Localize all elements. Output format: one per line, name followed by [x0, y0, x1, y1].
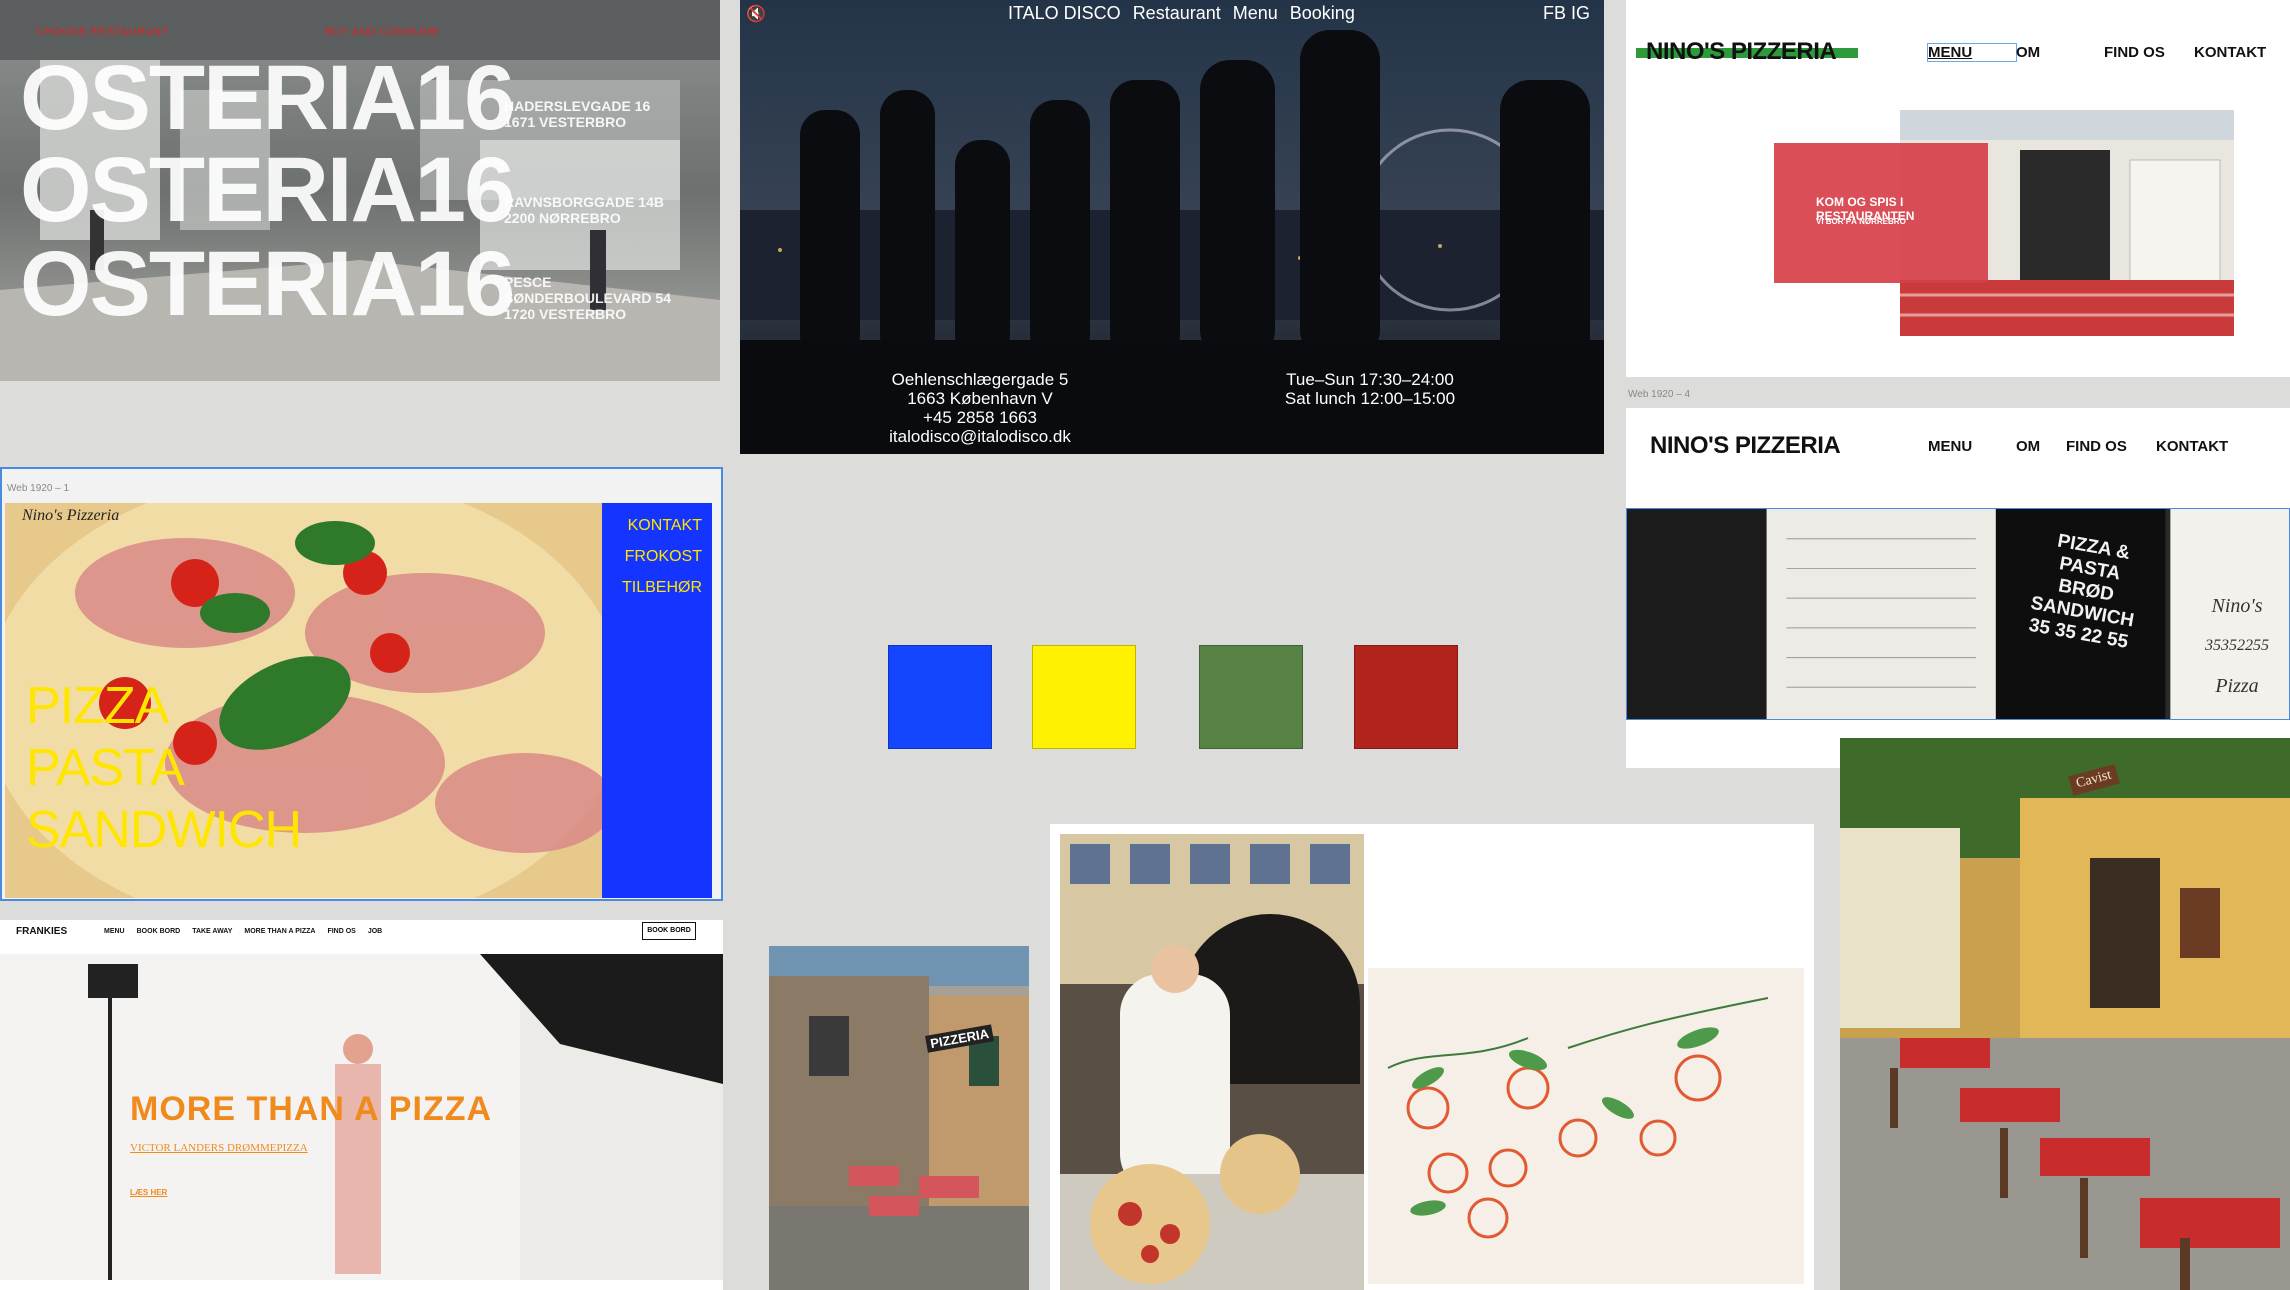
nav-find-os[interactable]: FIND OS	[2066, 438, 2156, 455]
frame-caption: Web 1920 – 1	[7, 483, 70, 494]
frankies-nav: MENU BOOK BORD TAKE AWAY MORE THAN A PIZ…	[104, 928, 382, 935]
hours-line: Tue–Sun 17:30–24:00	[1286, 370, 1454, 389]
frankies-website-screenshot: FRANKIES MENU BOOK BORD TAKE AWAY MORE T…	[0, 920, 723, 1290]
nav-frokost[interactable]: FROKOST	[625, 548, 702, 566]
cta-subtitle: VI BOR PÅ NØRREBRO	[1816, 217, 1906, 226]
side-sign: Nino's 35352255 Pizza	[2192, 586, 2282, 706]
orange-branch-drawing	[1368, 968, 1804, 1284]
address-pesce[interactable]: PESCE SØNDERBOULEVARD 54 1720 VESTERBRO	[504, 274, 671, 322]
address-line: 1671 VESTERBRO	[504, 114, 627, 130]
address-line: PESCE	[504, 274, 552, 290]
buy-and-consume-link[interactable]: BUY AND CONSUME	[325, 26, 440, 38]
address-line: 1720 VESTERBRO	[504, 306, 627, 322]
swatch-green	[1199, 645, 1303, 749]
nav-menu[interactable]: MENU	[1928, 438, 2016, 455]
nav-menu[interactable]: MENU	[104, 928, 125, 935]
script-logo[interactable]: Nino's Pizzeria	[22, 507, 119, 525]
italo-address-block: Oehlenschlægergade 5 1663 København V +4…	[860, 370, 1100, 446]
ninos-logo[interactable]: NINO'S PIZZERIA	[1650, 432, 1841, 460]
email-link[interactable]: italodisco@italodisco.dk	[860, 427, 1100, 446]
address-line: 2200 NØRREBRO	[504, 210, 621, 226]
pizzeria-terrace-photo	[769, 946, 1029, 1290]
nav-restaurant[interactable]: Restaurant	[1133, 3, 1221, 24]
pizzaiolo-photo	[1060, 834, 1364, 1290]
nav-menu[interactable]: Menu	[1233, 3, 1278, 24]
read-more-link[interactable]: LÆS HER	[130, 1188, 167, 1197]
phone-link[interactable]: +45 2858 1663	[860, 408, 1100, 427]
italo-disco-website-screenshot: 🔇 ITALO DISCO Restaurant Menu Booking FB…	[740, 0, 1604, 454]
word-sandwich: SANDWICH	[26, 801, 302, 859]
address-street: Oehlenschlægergade 5	[891, 370, 1069, 389]
nav-find-os[interactable]: FIND OS	[327, 928, 355, 935]
social-links[interactable]: FB IG	[1543, 3, 1590, 24]
address-line: HADERSLEVGADE 16	[504, 98, 651, 114]
blue-side-menu: KONTAKT FROKOST TILBEHØR	[602, 503, 712, 898]
address-line: SØNDERBOULEVARD 54	[504, 290, 671, 306]
nav-om[interactable]: OM	[2016, 438, 2066, 455]
osteria-brand-line-2[interactable]: OSTERIA16	[20, 144, 515, 236]
storefront-window-photo	[1626, 508, 2290, 720]
side-sign-line: Nino's	[2211, 595, 2263, 617]
nav-find-os[interactable]: FIND OS	[2104, 44, 2194, 61]
cta-banner[interactable]: KOM OG SPIS I RESTAURANTEN VI BOR PÅ NØR…	[1774, 143, 1988, 283]
address-ravnsborggade[interactable]: RAVNSBORGGADE 14B 2200 NØRREBRO	[504, 194, 664, 226]
swatch-red	[1354, 645, 1458, 749]
swatch-yellow	[1032, 645, 1136, 749]
osteria-brand-line-3[interactable]: OSTERIA16	[20, 238, 515, 330]
hours-line: Sat lunch 12:00–15:00	[1284, 389, 1456, 408]
nav-kontakt[interactable]: KONTAKT	[2156, 438, 2228, 455]
nav-tilbehoer[interactable]: TILBEHØR	[622, 579, 702, 597]
moodboard-frame	[1050, 824, 1814, 1290]
nav-more-than-a-pizza[interactable]: MORE THAN A PIZZA	[244, 928, 315, 935]
swatch-blue	[888, 645, 992, 749]
word-pasta: PASTA	[26, 739, 185, 797]
ninos-nav: MENU OM FIND OS KONTAKT	[1927, 43, 2266, 62]
nav-take-away[interactable]: TAKE AWAY	[192, 928, 232, 935]
nav-kontakt[interactable]: KONTAKT	[628, 517, 702, 535]
italo-nav: ITALO DISCO Restaurant Menu Booking	[1008, 3, 1355, 24]
word-pizza: PIZZA	[26, 677, 169, 735]
ninos-nav: MENU OM FIND OS KONTAKT	[1928, 438, 2228, 455]
nav-book-bord[interactable]: BOOK BORD	[137, 928, 181, 935]
address-city: 1663 København V	[907, 389, 1053, 408]
ninos-pizzeria-website-screenshot-1: NINO'S PIZZERIA MENU OM FIND OS KONTAKT …	[1626, 0, 2290, 377]
nav-job[interactable]: JOB	[368, 928, 382, 935]
hero-subline-link[interactable]: VICTOR LANDERS DRØMMEPIZZA	[130, 1142, 308, 1154]
ninos-logo[interactable]: NINO'S PIZZERIA	[1646, 38, 1837, 66]
nav-menu[interactable]: MENU	[1927, 43, 2017, 62]
address-haderslevgade[interactable]: HADERSLEVGADE 16 1671 VESTERBRO	[504, 98, 650, 130]
pizza-website-frame: Web 1920 – 1 Nino's Pizzeria KONTAKT FRO…	[0, 467, 723, 901]
nav-booking[interactable]: Booking	[1290, 3, 1355, 24]
book-bord-button[interactable]: BOOK BORD	[642, 922, 696, 940]
ninos-pizzeria-website-screenshot-2: NINO'S PIZZERIA MENU OM FIND OS KONTAKT …	[1626, 408, 2290, 768]
osteria-brand-line-1[interactable]: OSTERIA16	[20, 52, 515, 144]
courtyard-tavern-photo	[1840, 738, 2290, 1290]
side-sign-line: Pizza	[2215, 675, 2259, 697]
speaker-mute-icon[interactable]: 🔇	[746, 4, 766, 24]
italo-disco-logo[interactable]: ITALO DISCO	[1008, 3, 1121, 24]
nav-om[interactable]: OM	[2016, 44, 2104, 61]
nav-kontakt[interactable]: KONTAKT	[2194, 44, 2266, 61]
osteria16-website-screenshot: CHOOSE RESTAURANT BUY AND CONSUME OSTERI…	[0, 0, 720, 381]
address-line: RAVNSBORGGADE 14B	[504, 194, 664, 210]
side-sign-line: 35352255	[2205, 637, 2269, 654]
hero-words: PIZZA PASTA SANDWICH	[26, 675, 302, 861]
frankies-logo[interactable]: FRANKIES	[16, 926, 67, 937]
hero-headline: MORE THAN A PIZZA	[130, 1090, 493, 1128]
frame-caption: Web 1920 – 4	[1628, 389, 1691, 400]
italo-hours-block: Tue–Sun 17:30–24:00 Sat lunch 12:00–15:0…	[1260, 370, 1480, 408]
choose-restaurant-link[interactable]: CHOOSE RESTAURANT	[36, 26, 169, 38]
